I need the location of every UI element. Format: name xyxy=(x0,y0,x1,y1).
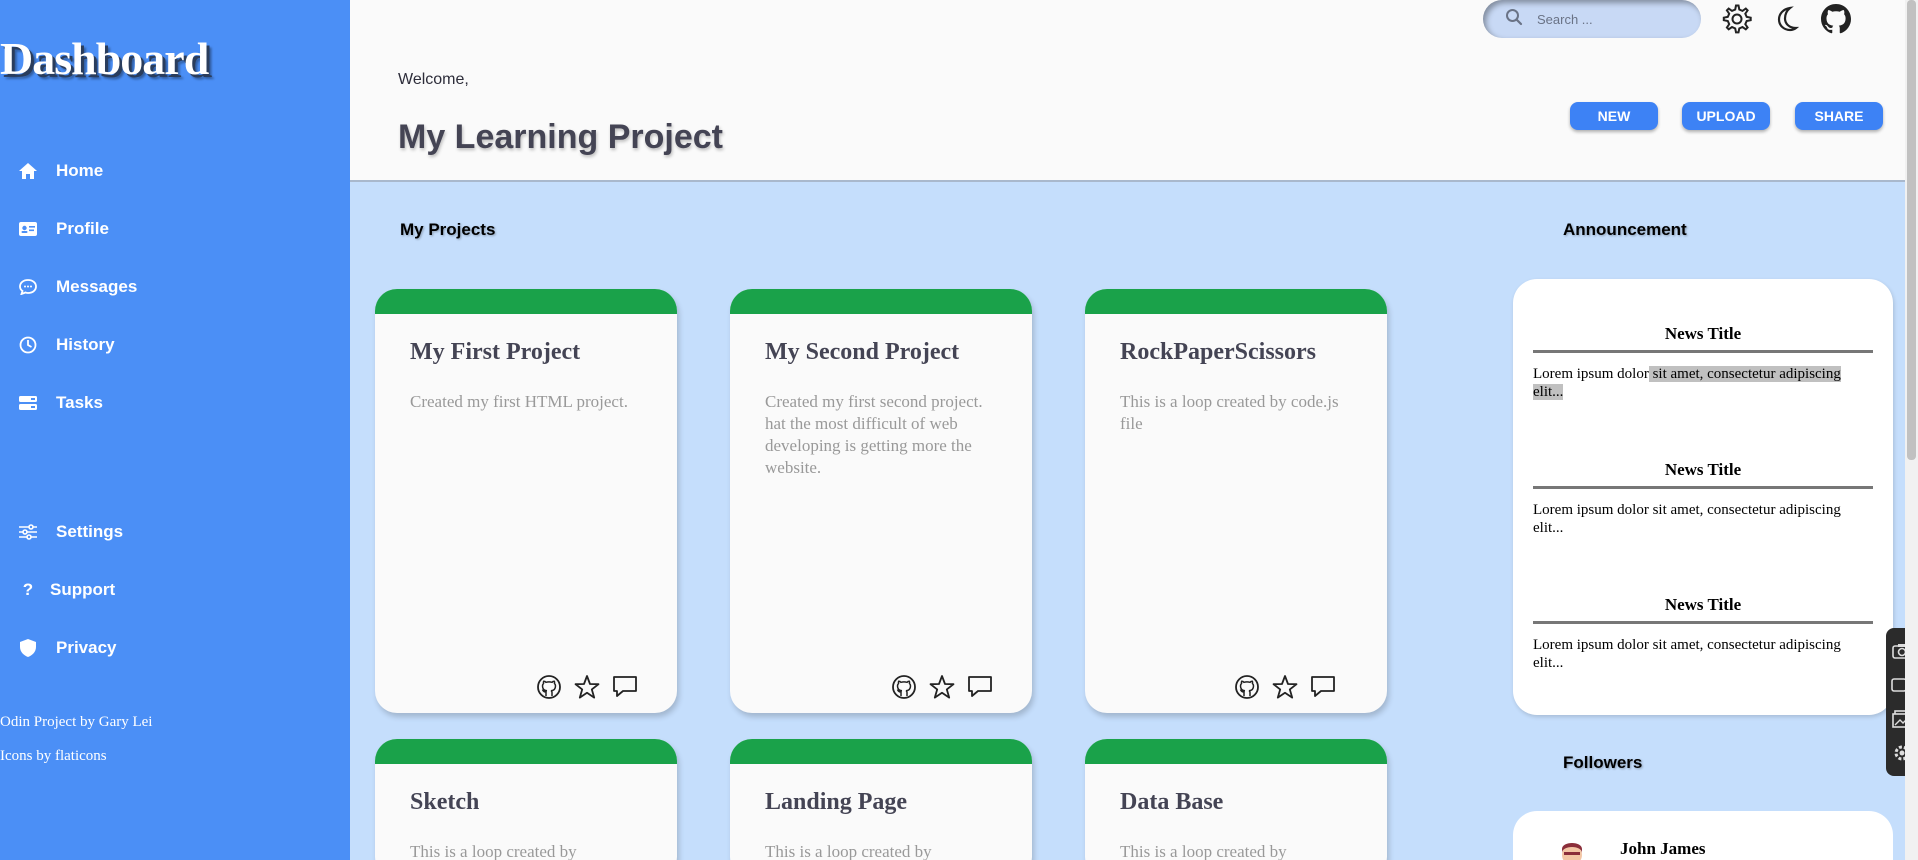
news-body: Lorem ipsum dolor sit amet, consectetur … xyxy=(1533,365,1873,401)
card-title: My Second Project xyxy=(765,339,960,365)
tasks-icon xyxy=(18,393,38,413)
chat-icon xyxy=(18,277,38,297)
card-actions xyxy=(1233,673,1337,701)
card-description: This is a loop created by xyxy=(1120,842,1287,860)
new-button[interactable]: NEW xyxy=(1570,102,1658,130)
project-card[interactable]: Landing Page This is a loop created by xyxy=(730,739,1032,860)
comment-icon[interactable] xyxy=(1309,673,1337,701)
projects-section-title: My Projects xyxy=(400,220,496,239)
news-body: Lorem ipsum dolor sit amet, consectetur … xyxy=(1533,502,1841,536)
sidebar-item-label: Profile xyxy=(56,219,109,238)
card-actions xyxy=(535,673,639,701)
sidebar-item-messages[interactable]: Messages xyxy=(18,277,137,297)
card-header-bar xyxy=(375,739,677,764)
page-title: My Learning Project xyxy=(398,118,723,156)
sidebar-item-label: Messages xyxy=(56,277,138,296)
comment-icon[interactable] xyxy=(611,673,639,701)
news-body-text: Lorem ipsum dolor xyxy=(1533,366,1649,382)
sidebar: Dashboard Home Profile Messages History … xyxy=(0,0,350,860)
news-title: News Title xyxy=(1533,324,1873,353)
card-description: Created my first second project. hat the… xyxy=(765,392,983,477)
followers-section-title: Followers xyxy=(1563,753,1643,772)
card-title: RockPaperScissors xyxy=(1120,339,1316,365)
credit-odin: Odin Project by Gary Lei xyxy=(0,714,153,730)
news-item[interactable]: News Title Lorem ipsum dolor sit amet, c… xyxy=(1533,595,1873,672)
card-title: Data Base xyxy=(1120,789,1224,815)
comment-icon[interactable] xyxy=(966,673,994,701)
share-button[interactable]: SHARE xyxy=(1795,102,1883,130)
sidebar-item-label: History xyxy=(56,335,115,354)
sidebar-item-profile[interactable]: Profile xyxy=(18,219,109,239)
project-card[interactable]: My First Project Created my first HTML p… xyxy=(375,289,677,713)
sidebar-item-history[interactable]: History xyxy=(18,335,115,355)
sidebar-item-label: Home xyxy=(56,161,104,180)
github-icon[interactable] xyxy=(890,673,918,701)
avatar xyxy=(1548,835,1596,860)
announcement-section-title: Announcement xyxy=(1563,220,1687,239)
id-card-icon xyxy=(18,219,38,239)
card-title: Landing Page xyxy=(765,789,908,815)
sidebar-item-tasks[interactable]: Tasks xyxy=(18,393,103,413)
home-icon xyxy=(18,161,38,181)
news-title: News Title xyxy=(1533,460,1873,489)
scrollbar-thumb[interactable] xyxy=(1907,0,1916,460)
clock-icon xyxy=(18,335,38,355)
card-header-bar xyxy=(730,289,1032,314)
shield-icon xyxy=(18,638,38,658)
sidebar-item-settings[interactable]: Settings xyxy=(18,522,123,542)
news-item[interactable]: News Title Lorem ipsum dolor sit amet, c… xyxy=(1533,460,1873,537)
card-header-bar xyxy=(1085,739,1387,764)
sidebar-item-label: Settings xyxy=(56,522,124,541)
github-icon[interactable] xyxy=(535,673,563,701)
follower-name: John James xyxy=(1620,839,1706,858)
sidebar-item-label: Support xyxy=(50,580,116,599)
credit-icons: Icons by flaticons xyxy=(0,748,107,764)
header: Welcome, My Learning Project NEW UPLOAD … xyxy=(350,0,1905,182)
sidebar-item-home[interactable]: Home xyxy=(18,161,103,181)
github-icon[interactable] xyxy=(1819,2,1853,36)
gear-icon[interactable] xyxy=(1720,2,1754,36)
announcement-panel: News Title Lorem ipsum dolor sit amet, c… xyxy=(1513,279,1893,715)
follower-card[interactable]: John James xyxy=(1513,811,1893,860)
dashboard-logo: Dashboard xyxy=(0,33,209,84)
welcome-text: Welcome, xyxy=(398,71,469,88)
sliders-icon xyxy=(18,522,38,542)
project-card[interactable]: RockPaperScissors This is a loop created… xyxy=(1085,289,1387,713)
project-card[interactable]: My Second Project Created my first secon… xyxy=(730,289,1032,713)
card-title: My First Project xyxy=(410,339,581,365)
card-description: Created my first HTML project. xyxy=(410,392,628,411)
project-card[interactable]: Data Base This is a loop created by xyxy=(1085,739,1387,860)
search-bar xyxy=(1483,0,1701,38)
sidebar-item-label: Privacy xyxy=(56,638,117,657)
scrollbar[interactable] xyxy=(1905,0,1918,860)
card-description: This is a loop created by xyxy=(410,842,577,860)
news-body: Lorem ipsum dolor sit amet, consectetur … xyxy=(1533,637,1841,671)
project-card[interactable]: Sketch This is a loop created by xyxy=(375,739,677,860)
news-item[interactable]: News Title Lorem ipsum dolor sit amet, c… xyxy=(1533,324,1873,401)
card-header-bar xyxy=(1085,289,1387,314)
sidebar-item-support[interactable]: ? Support xyxy=(18,580,115,600)
sidebar-item-label: Tasks xyxy=(56,393,103,412)
moon-icon[interactable] xyxy=(1769,2,1803,36)
card-title: Sketch xyxy=(410,789,480,815)
search-icon xyxy=(1505,8,1523,31)
sidebar-item-privacy[interactable]: Privacy xyxy=(18,638,117,658)
card-header-bar xyxy=(730,739,1032,764)
question-icon: ? xyxy=(22,580,34,599)
card-description: This is a loop created by code.js file xyxy=(1120,392,1339,433)
star-icon[interactable] xyxy=(573,673,601,701)
star-icon[interactable] xyxy=(928,673,956,701)
upload-button[interactable]: UPLOAD xyxy=(1682,102,1770,130)
search-input[interactable] xyxy=(1537,11,1677,27)
star-icon[interactable] xyxy=(1271,673,1299,701)
github-icon[interactable] xyxy=(1233,673,1261,701)
news-title: News Title xyxy=(1533,595,1873,624)
card-actions xyxy=(890,673,994,701)
card-header-bar xyxy=(375,289,677,314)
card-description: This is a loop created by xyxy=(765,842,932,860)
